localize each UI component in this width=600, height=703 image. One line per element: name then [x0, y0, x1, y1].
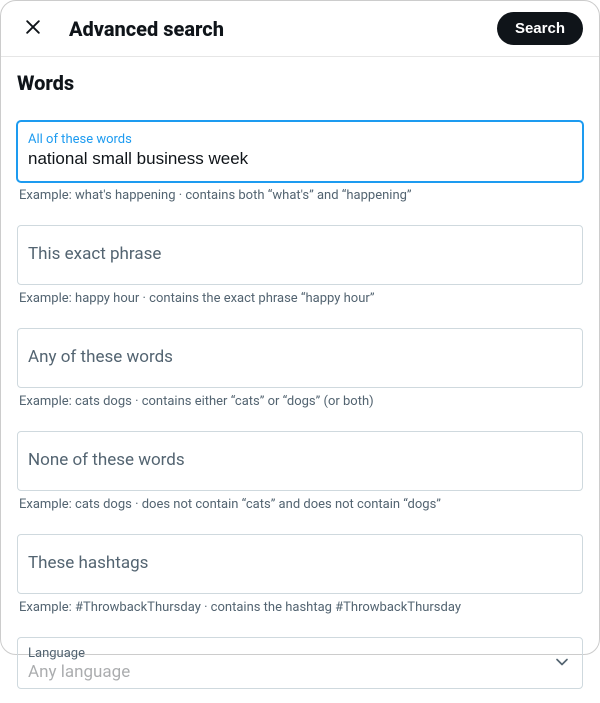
field-group-all-words: All of these words Example: what's happe… — [17, 121, 583, 203]
all-words-example: Example: what's happening · contains bot… — [17, 188, 583, 203]
none-words-example: Example: cats dogs · does not contain “c… — [17, 497, 583, 512]
field-group-none-words: None of these words Example: cats dogs ·… — [17, 431, 583, 512]
none-words-label: None of these words — [28, 442, 572, 478]
all-words-label: All of these words — [28, 132, 572, 147]
field-group-hashtags: These hashtags Example: #ThrowbackThursd… — [17, 534, 583, 615]
content-area: Words All of these words Example: what's… — [1, 57, 599, 703]
close-icon — [23, 17, 43, 40]
section-title-words: Words — [17, 71, 583, 95]
exact-phrase-label: This exact phrase — [28, 236, 572, 272]
page-title: Advanced search — [69, 17, 477, 41]
any-words-field[interactable]: Any of these words — [17, 328, 583, 388]
language-select[interactable]: Language Any language — [17, 637, 583, 689]
field-group-exact-phrase: This exact phrase Example: happy hour · … — [17, 225, 583, 306]
hashtags-field[interactable]: These hashtags — [17, 534, 583, 594]
hashtags-example: Example: #ThrowbackThursday · contains t… — [17, 600, 583, 615]
language-value: Any language — [28, 662, 552, 682]
hashtags-label: These hashtags — [28, 545, 572, 581]
language-label: Language — [28, 646, 552, 661]
all-words-input[interactable] — [28, 149, 572, 169]
chevron-down-icon — [552, 652, 572, 676]
exact-phrase-example: Example: happy hour · contains the exact… — [17, 291, 583, 306]
search-button[interactable]: Search — [497, 12, 583, 45]
none-words-field[interactable]: None of these words — [17, 431, 583, 491]
close-button[interactable] — [17, 11, 49, 46]
modal-header: Advanced search Search — [1, 1, 599, 57]
any-words-example: Example: cats dogs · contains either “ca… — [17, 394, 583, 409]
all-words-field[interactable]: All of these words — [17, 121, 583, 182]
exact-phrase-field[interactable]: This exact phrase — [17, 225, 583, 285]
language-inner: Language Any language — [28, 646, 552, 682]
any-words-label: Any of these words — [28, 339, 572, 375]
field-group-any-words: Any of these words Example: cats dogs · … — [17, 328, 583, 409]
